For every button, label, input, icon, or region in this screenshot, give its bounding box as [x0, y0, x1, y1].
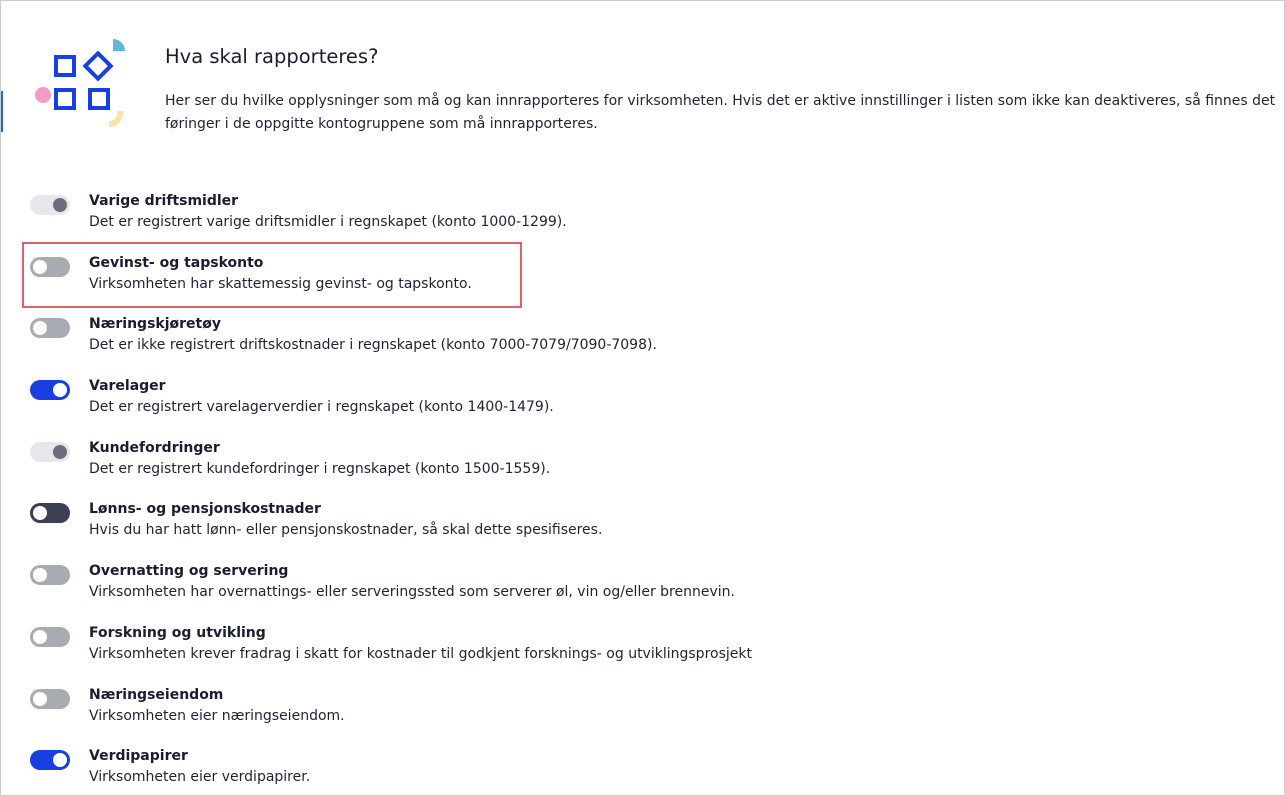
setting-title: Verdipapirer [89, 748, 188, 765]
setting-description: Virksomheten har overnattings- eller ser… [89, 584, 735, 601]
toggle-knob [53, 753, 67, 768]
setting-row: Verdipapirer Virksomheten eier verdipapir… [1, 746, 1284, 795]
setting-description: Det er registrert varige driftsmidler i … [89, 214, 567, 230]
page-title: Hva skal rapporteres? [165, 45, 379, 68]
toggle-knob [33, 568, 47, 583]
setting-title: Varige driftsmidler [89, 193, 239, 209]
setting-text: Næringseiendom Virksomheten eier næringse… [89, 685, 345, 727]
setting-text: Gevinst- og tapskonto Virksomheten har sk… [89, 253, 472, 295]
reporting-illustration-icon [29, 37, 129, 133]
setting-toggle[interactable] [30, 565, 70, 586]
page-header: Hva skal rapporteres? Her ser du hvilke … [165, 45, 1280, 136]
setting-toggle[interactable] [30, 256, 70, 277]
setting-toggle[interactable] [30, 318, 70, 339]
setting-text: Varige driftsmidler Det er registrert var… [89, 191, 567, 233]
setting-row: Forskning og utvikling Virksomheten kreve… [1, 623, 1284, 685]
setting-description: Virksomheten eier næringseiendom. [89, 707, 345, 724]
setting-description: Det er registrert varelagerverdier i reg… [89, 399, 554, 416]
toggle-knob [53, 444, 67, 459]
setting-text: Forskning og utvikling Virksomheten kreve… [89, 623, 752, 665]
setting-text: Kundefordringer Det er registrert kundefo… [89, 438, 550, 480]
setting-title: Næringskjøretøy [89, 316, 221, 333]
toggle-knob [33, 691, 47, 706]
toggle-knob [33, 259, 47, 274]
setting-toggle[interactable] [30, 750, 70, 771]
setting-row: Varelager Det er registrert varelagerverd… [1, 376, 1284, 438]
setting-toggle[interactable] [30, 688, 70, 709]
setting-description: Virksomheten har skattemessig gevinst- o… [89, 275, 472, 292]
report-settings-panel: Hva skal rapporteres? Her ser du hvilke … [0, 0, 1285, 796]
setting-text: Verdipapirer Virksomheten eier verdipapir… [89, 746, 310, 788]
toggle-knob [33, 506, 47, 521]
setting-description: Hvis du har hatt lønn- eller pensjonskos… [89, 522, 603, 539]
setting-title: Overnatting og servering [89, 563, 289, 580]
setting-row: Næringseiendom Virksomheten eier næringse… [1, 685, 1284, 747]
settings-list: Varige driftsmidler Det er registrert var… [1, 191, 1284, 795]
setting-title: Lønns- og pensjonskostnader [89, 501, 321, 518]
setting-row: Overnatting og servering Virksomheten har… [1, 561, 1284, 623]
setting-toggle [30, 195, 70, 215]
setting-toggle[interactable] [30, 503, 70, 524]
toggle-knob [53, 383, 67, 398]
setting-title: Gevinst- og tapskonto [89, 254, 264, 271]
setting-title: Forskning og utvikling [89, 624, 266, 641]
setting-row: Kundefordringer Det er registrert kundefo… [1, 438, 1284, 500]
toggle-knob [33, 629, 47, 644]
setting-row: Lønns- og pensjonskostnader Hvis du har h… [1, 499, 1284, 561]
setting-toggle[interactable] [30, 380, 70, 401]
setting-text: Overnatting og servering Virksomheten har… [89, 561, 735, 603]
focus-accent-bar [1, 91, 3, 132]
setting-text: Næringskjøretøy Det er ikke registrert dr… [89, 314, 657, 356]
setting-row: Gevinst- og tapskonto Virksomheten har sk… [1, 253, 1284, 315]
setting-description: Virksomheten eier verdipapirer. [89, 769, 311, 786]
setting-row: Varige driftsmidler Det er registrert var… [1, 191, 1284, 253]
setting-text: Lønns- og pensjonskostnader Hvis du har h… [89, 499, 602, 541]
setting-toggle [30, 441, 70, 462]
setting-title: Varelager [89, 378, 166, 395]
setting-title: Næringseiendom [89, 686, 224, 703]
toggle-knob [33, 321, 47, 336]
setting-title: Kundefordringer [89, 439, 220, 456]
setting-text: Varelager Det er registrert varelagerverd… [89, 376, 554, 418]
toggle-knob [53, 198, 67, 212]
setting-description: Det er registrert kundefordringer i regn… [89, 460, 551, 477]
setting-row: Næringskjøretøy Det er ikke registrert dr… [1, 314, 1284, 376]
setting-description: Virksomheten krever fradrag i skatt for … [89, 645, 752, 662]
setting-description: Det er ikke registrert driftskostnader i… [89, 337, 657, 354]
page-description: Her ser du hvilke opplysninger som må og… [165, 93, 1276, 132]
setting-toggle[interactable] [30, 626, 70, 647]
